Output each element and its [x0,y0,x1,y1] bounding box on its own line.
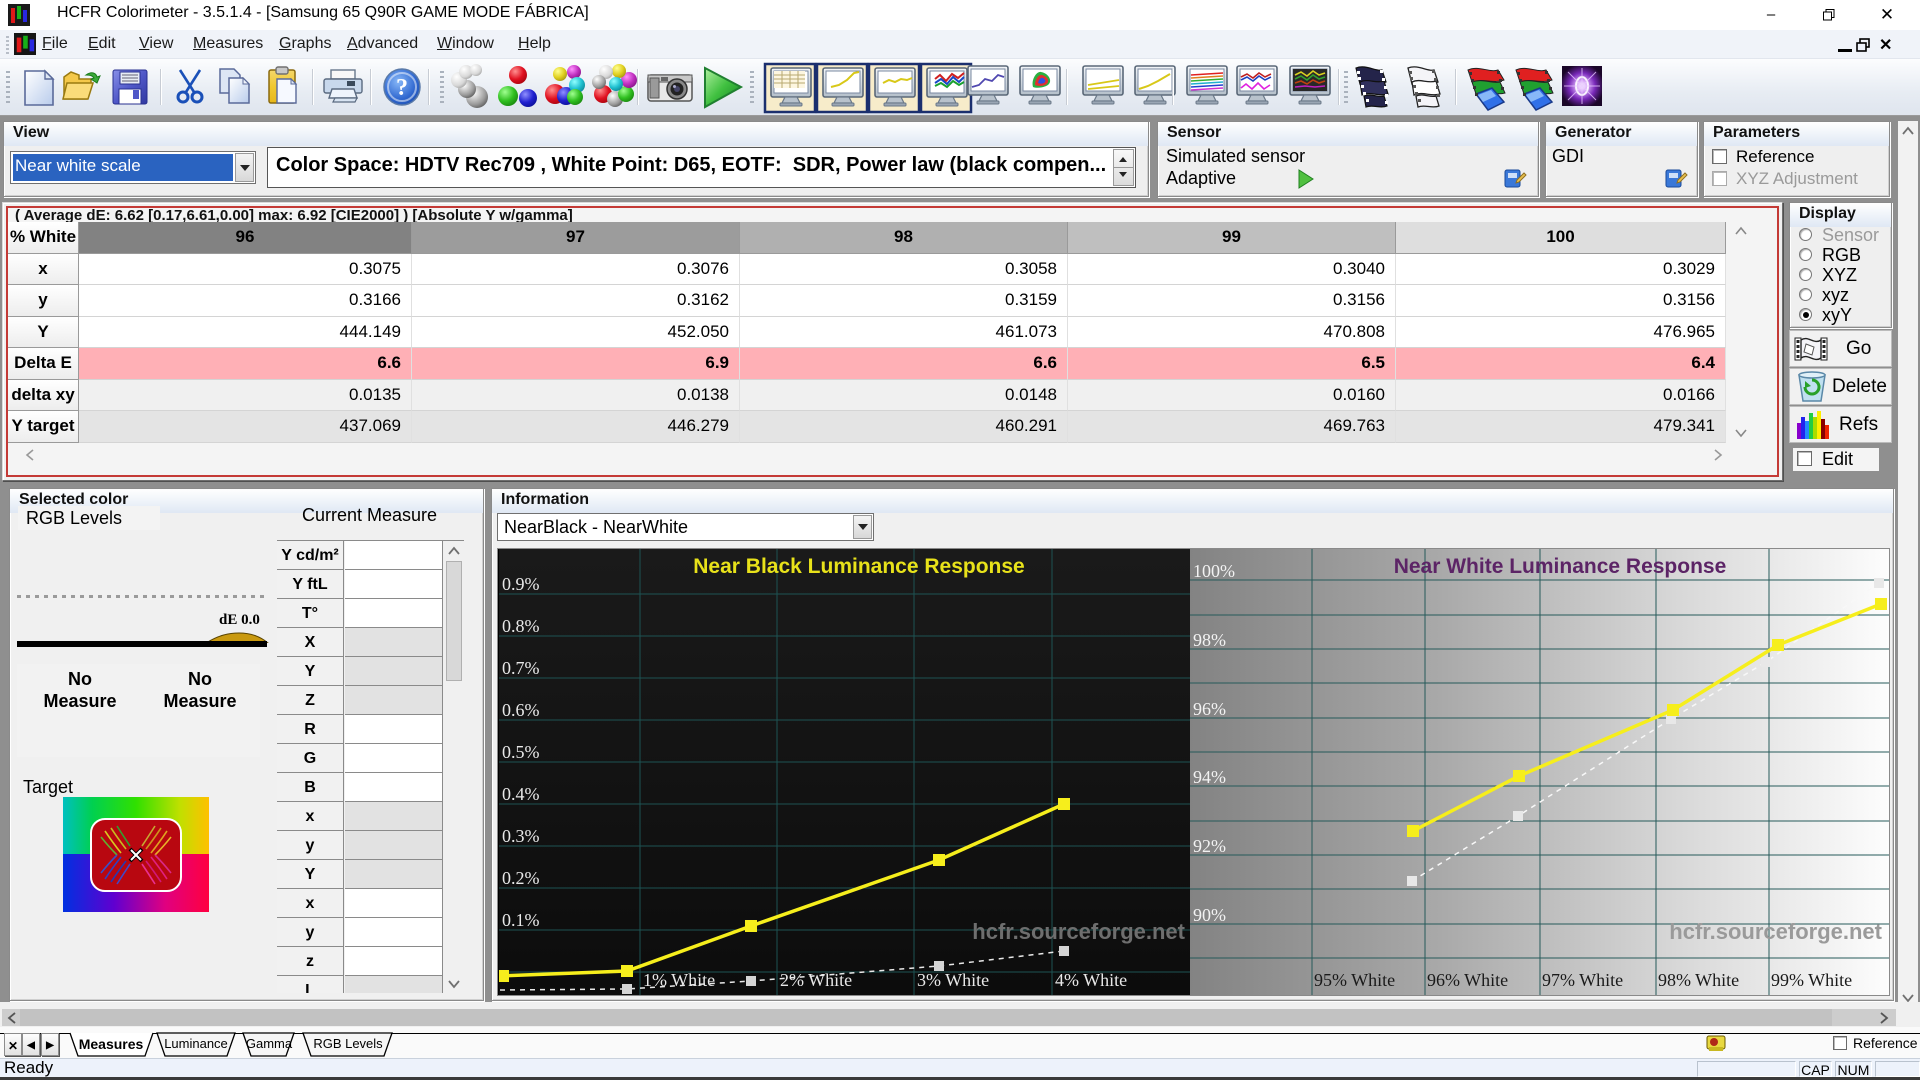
svg-text:RGB Levels: RGB Levels [313,1036,383,1051]
svg-text:3% White: 3% White [917,970,989,990]
svg-text:97% White: 97% White [1542,970,1623,990]
svg-text:0.5%: 0.5% [502,742,540,762]
svg-text:0.4%: 0.4% [502,784,540,804]
svg-text:Near White Luminance Response: Near White Luminance Response [1394,555,1727,578]
svg-text:0.1%: 0.1% [502,910,540,930]
svg-text:99% White: 99% White [1771,970,1852,990]
svg-text:Measures: Measures [79,1036,144,1052]
svg-text:90%: 90% [1193,905,1226,925]
svg-text:100%: 100% [1193,561,1235,581]
svg-text:hcfr.sourceforge.net: hcfr.sourceforge.net [1669,919,1882,944]
svg-text:Gamma: Gamma [246,1036,293,1051]
svg-text:94%: 94% [1193,767,1226,787]
svg-text:?: ? [396,75,408,101]
svg-text:4% White: 4% White [1055,970,1127,990]
svg-text:0.6%: 0.6% [502,700,540,720]
svg-text:Near Black Luminance Response: Near Black Luminance Response [693,555,1024,578]
svg-text:96%: 96% [1193,699,1226,719]
svg-text:0.2%: 0.2% [502,868,540,888]
svg-text:hcfr.sourceforge.net: hcfr.sourceforge.net [972,919,1185,944]
svg-text:98% White: 98% White [1658,970,1739,990]
svg-text:Luminance: Luminance [164,1036,228,1051]
svg-text:0.3%: 0.3% [502,826,540,846]
svg-text:98%: 98% [1193,630,1226,650]
svg-text:95% White: 95% White [1314,970,1395,990]
svg-text:92%: 92% [1193,836,1226,856]
svg-text:0.9%: 0.9% [502,574,540,594]
svg-text:0.7%: 0.7% [502,658,540,678]
svg-text:0.8%: 0.8% [502,616,540,636]
svg-text:2% White: 2% White [780,970,852,990]
svg-text:96% White: 96% White [1427,970,1508,990]
